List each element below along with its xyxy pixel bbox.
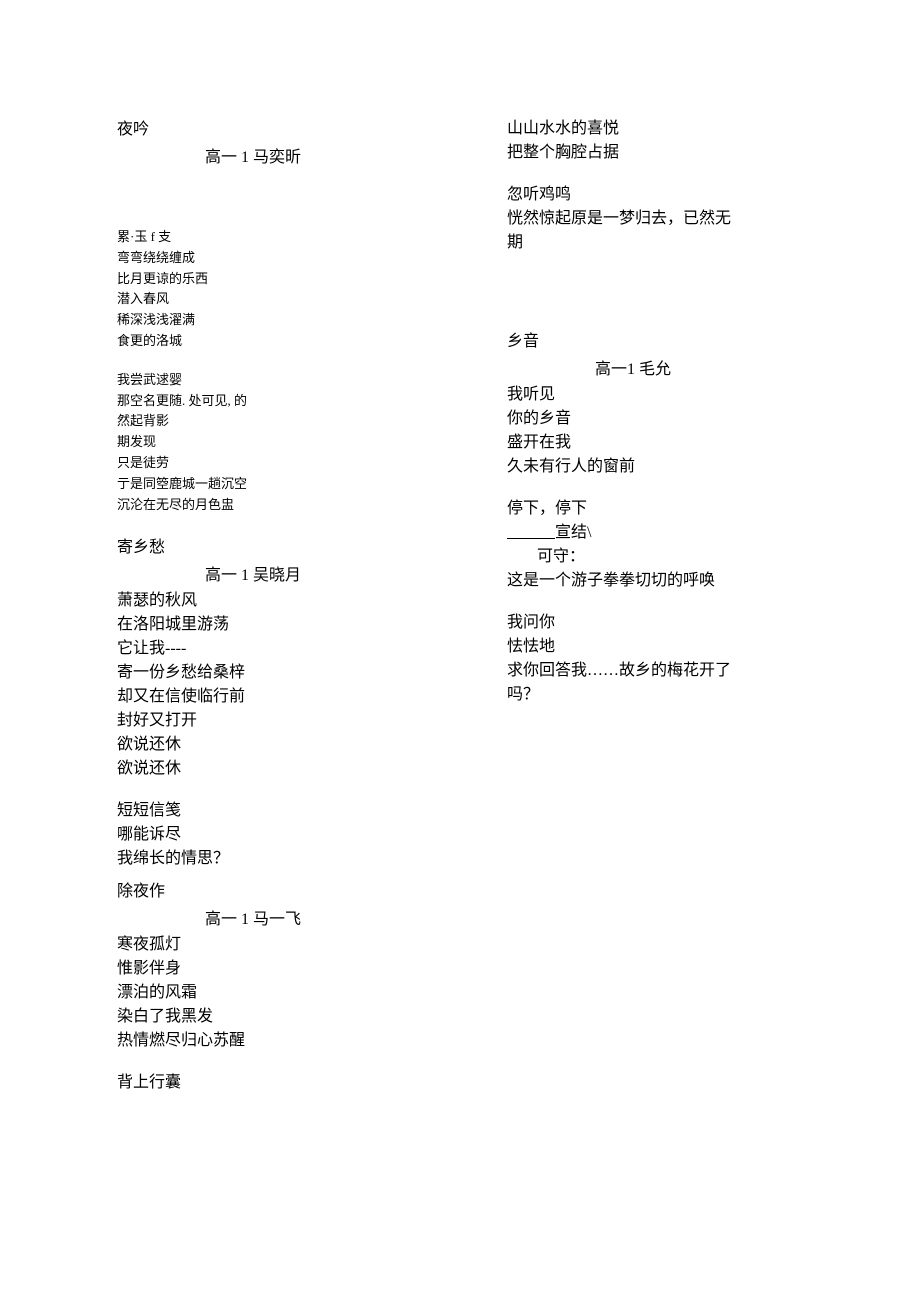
poem3-s1-l3: 漂泊的风霜 <box>117 981 437 1005</box>
poem2-s2-l3: 我绵长的情思？ <box>117 847 437 871</box>
poem1-s2-l4: 期发现 <box>117 432 437 453</box>
poem2-s1-l6: 封好又打开 <box>117 709 437 733</box>
right-top-s1-l1: 山山水水的喜悦 <box>507 117 827 141</box>
poem1-s1-l3: 比月更谅的乐西 <box>117 269 437 290</box>
poem3-s1-l4: 染白了我黑发 <box>117 1005 437 1029</box>
poem4-s3-l3: 求你回答我……故乡的梅花开了 <box>507 659 827 683</box>
poem1-s2-l1: 我尝武逑婴 <box>117 370 437 391</box>
poem4-s3-l1: 我问你 <box>507 611 827 635</box>
poem2-author: 高一 1 吴晓月 <box>205 561 437 585</box>
poem3-s1-l5: 热情燃尽归心苏醒 <box>117 1029 437 1053</box>
poem4-stanza3: 我问你 怯怯地 求你回答我……故乡的梅花开了 吗？ <box>507 611 827 707</box>
poem1-s2-l2: 那空名更随. 处可见, 的 <box>117 391 437 412</box>
poem2-s1-l5: 却又在信使临行前 <box>117 685 437 709</box>
poem1-s1-l5: 稀深浅浅濯满 <box>117 310 437 331</box>
poem2-s2-l1: 短短信笺 <box>117 799 437 823</box>
poem2-stanza1: 萧瑟的秋风 在洛阳城里游荡 它让我---- 寄一份乡愁给桑梓 却又在信使临行前 … <box>117 589 437 781</box>
poem1-stanza2: 我尝武逑婴 那空名更随. 处可见, 的 然起背影 期发现 只是徒劳 亍是同箜鹿城… <box>117 370 437 516</box>
poem4-s3-l4: 吗？ <box>507 683 827 707</box>
poem4-block: 乡音 高一1 毛允 我听见 你的乡音 盛开在我 久未有行人的窗前 停下，停下 宣… <box>507 327 827 707</box>
poem1-s1-l2: 弯弯绕绕缠成 <box>117 248 437 269</box>
right-top-stanza2: 忽听鸡鸣 恍然惊起原是一梦归去，已然无 期 <box>507 183 827 255</box>
poem3-stanza1: 寒夜孤灯 惟影伴身 漂泊的风霜 染白了我黑发 热情燃尽归心苏醒 <box>117 933 437 1053</box>
poem1-author: 高一 1 马奕昕 <box>205 143 437 167</box>
poem3-s1-l2: 惟影伴身 <box>117 957 437 981</box>
poem1-s1-l4: 潜入春风 <box>117 289 437 310</box>
poem2-s1-l8: 欲说还休 <box>117 757 437 781</box>
poem4-s1-l1: 我听见 <box>507 383 827 407</box>
right-top-s2-l3: 期 <box>507 231 827 255</box>
poem1-s2-l3: 然起背影 <box>117 411 437 432</box>
poem1-s1-l6: 食更的洛城 <box>117 331 437 352</box>
poem2-title: 寄乡愁 <box>117 533 437 557</box>
right-top-s1-l2: 把整个胸腔占据 <box>507 141 827 165</box>
poem1-s2-l7: 沉沦在无尽的月色盅 <box>117 495 437 516</box>
poem3-title: 除夜作 <box>117 877 437 901</box>
poem2-stanza2: 短短信笺 哪能诉尽 我绵长的情思？ <box>117 799 437 871</box>
poem3-s2-l1: 背上行囊 <box>117 1071 437 1095</box>
poem4-s2-l3: 可守： <box>537 545 827 569</box>
poem4-stanza1: 我听见 你的乡音 盛开在我 久未有行人的窗前 <box>507 383 827 479</box>
poem4-stanza2: 停下，停下 宣结\ 可守： 这是一个游子拳拳切切的呼唤 <box>507 497 827 593</box>
poem4-s2-l2-underline <box>507 524 555 541</box>
poem4-author: 高一1 毛允 <box>595 355 827 379</box>
poem1-s2-l6: 亍是同箜鹿城一趟沉空 <box>117 474 437 495</box>
poem3-author: 高一 1 马一飞 <box>205 905 437 929</box>
poem2-s2-l2: 哪能诉尽 <box>117 823 437 847</box>
poem4-s2-l4: 这是一个游子拳拳切切的呼唤 <box>507 569 827 593</box>
two-column-layout: 夜吟 高一 1 马奕昕 累·玉 f 支 弯弯绕绕缠成 比月更谅的乐西 潜入春风 … <box>117 115 840 1113</box>
right-top-s2-l1: 忽听鸡鸣 <box>507 183 827 207</box>
right-column: 山山水水的喜悦 把整个胸腔占据 忽听鸡鸣 恍然惊起原是一梦归去，已然无 期 乡音… <box>507 115 827 1113</box>
poem2-s1-l4: 寄一份乡愁给桑梓 <box>117 661 437 685</box>
left-column: 夜吟 高一 1 马奕昕 累·玉 f 支 弯弯绕绕缠成 比月更谅的乐西 潜入春风 … <box>117 115 437 1113</box>
poem4-s1-l3: 盛开在我 <box>507 431 827 455</box>
poem4-title: 乡音 <box>507 327 827 351</box>
poem1-s2-l5: 只是徒劳 <box>117 453 437 474</box>
poem3-stanza2: 背上行囊 <box>117 1071 437 1095</box>
poem2-s1-l7: 欲说还休 <box>117 733 437 757</box>
poem2-s1-l1: 萧瑟的秋风 <box>117 589 437 613</box>
poem1-s1-l1: 累·玉 f 支 <box>117 227 437 248</box>
poem1-stanza1: 累·玉 f 支 弯弯绕绕缠成 比月更谅的乐西 潜入春风 稀深浅浅濯满 食更的洛城 <box>117 227 437 352</box>
poem2-s1-l3: 它让我---- <box>117 637 437 661</box>
poem2-s1-l2: 在洛阳城里游荡 <box>117 613 437 637</box>
poem4-s2-l1: 停下，停下 <box>507 497 827 521</box>
poem1-title: 夜吟 <box>117 115 437 139</box>
right-top-stanza1: 山山水水的喜悦 把整个胸腔占据 <box>507 117 827 165</box>
poem4-s2-l2-tail: 宣结\ <box>555 524 591 541</box>
poem4-s3-l2: 怯怯地 <box>507 635 827 659</box>
poem4-s2-l2: 宣结\ <box>507 521 827 545</box>
right-top-s2-l2: 恍然惊起原是一梦归去，已然无 <box>507 207 827 231</box>
poem4-s1-l2: 你的乡音 <box>507 407 827 431</box>
poem3-s1-l1: 寒夜孤灯 <box>117 933 437 957</box>
poem4-s1-l4: 久未有行人的窗前 <box>507 455 827 479</box>
